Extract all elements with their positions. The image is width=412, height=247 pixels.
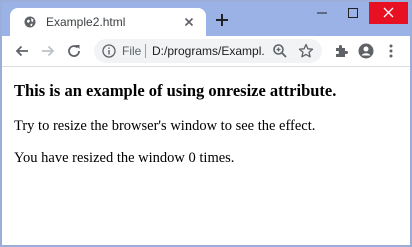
close-icon[interactable] [369, 2, 408, 24]
url-text[interactable]: D:/programs/Exampl... [152, 43, 264, 59]
new-tab-icon[interactable] [214, 12, 230, 28]
browser-toolbar: File D:/programs/Exampl... [2, 36, 410, 67]
forward-icon[interactable] [40, 43, 56, 59]
bookmark-star-icon[interactable] [298, 43, 314, 59]
resize-counter-text: You have resized the window 0 times. [14, 150, 235, 166]
browser-window: Example2.html File D:/programs/Exampl...… [2, 2, 410, 245]
extensions-icon[interactable] [333, 43, 349, 59]
browser-tab[interactable]: Example2.html [10, 8, 206, 36]
maximize-icon[interactable] [338, 2, 368, 24]
back-icon[interactable] [14, 43, 30, 59]
address-bar[interactable]: File D:/programs/Exampl... [94, 39, 322, 63]
page-heading: This is an example of using onresize att… [14, 81, 337, 100]
close-tab-icon[interactable] [182, 15, 196, 29]
address-separator [145, 44, 146, 58]
scheme-label: File [122, 44, 142, 58]
instruction-text: Try to resize the browser's window to se… [14, 118, 316, 134]
reload-icon[interactable] [66, 43, 82, 59]
zoom-icon[interactable] [272, 43, 288, 59]
title-bar: Example2.html [2, 2, 410, 36]
minimize-icon[interactable] [307, 2, 337, 24]
info-icon[interactable] [102, 44, 116, 58]
tab-title: Example2.html [46, 15, 126, 29]
profile-icon[interactable] [358, 43, 374, 59]
page-content: This is an example of using onresize att… [2, 67, 410, 245]
menu-icon[interactable] [383, 43, 399, 59]
globe-icon [24, 16, 36, 28]
